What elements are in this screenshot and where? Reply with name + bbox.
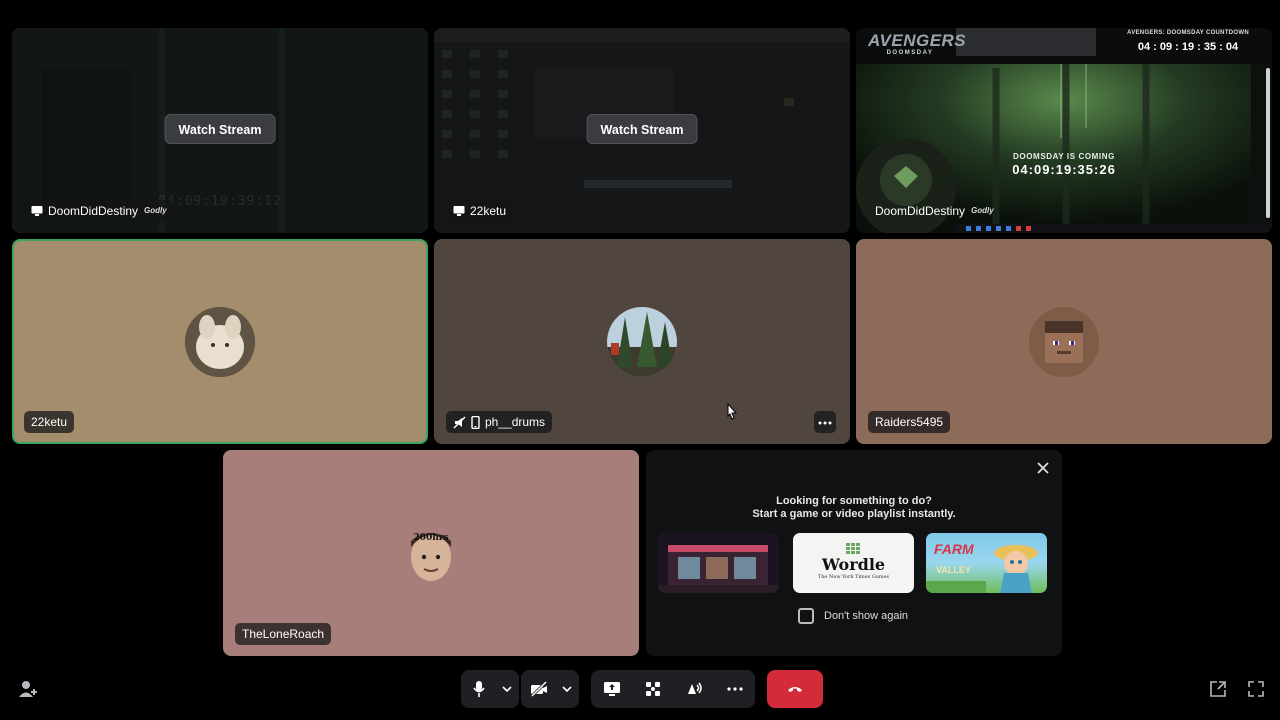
share-screen-icon bbox=[603, 682, 620, 696]
deafened-icon bbox=[453, 415, 466, 429]
camera-button[interactable] bbox=[521, 670, 557, 708]
avatar bbox=[185, 306, 255, 377]
dont-show-again-label: Don't show again bbox=[824, 610, 909, 622]
more-options-button[interactable] bbox=[814, 411, 836, 433]
participant-name: 22ketu bbox=[470, 204, 507, 218]
participant-name: 22ketu bbox=[31, 415, 68, 429]
participant-name: DoomDidDestiny bbox=[48, 204, 139, 218]
game-card-store[interactable] bbox=[658, 533, 779, 593]
wordle-subtitle: The New York Times Games bbox=[817, 574, 890, 580]
store-game-thumbnail bbox=[658, 533, 779, 593]
avatar bbox=[607, 306, 677, 377]
stream-tile-doomdiddestiny-live[interactable]: AVENGERS DOOMSDAY AVENGERS: DOOMSDAY COU… bbox=[856, 28, 1272, 233]
participant-name: Raiders5495 bbox=[875, 415, 944, 429]
actions-control-group bbox=[591, 670, 755, 708]
game-card-farm-merge-valley[interactable]: FARM VALLEY bbox=[926, 533, 1047, 593]
screen-share-icon bbox=[453, 206, 465, 216]
disconnect-button[interactable] bbox=[767, 670, 823, 708]
chevron-down-icon bbox=[502, 686, 512, 692]
microphone-button[interactable] bbox=[461, 670, 497, 708]
stream-nameplate: DoomDidDestiny Godly bbox=[868, 200, 1001, 222]
watch-stream-button[interactable]: Watch Stream bbox=[164, 114, 276, 144]
bunny-avatar-image bbox=[185, 306, 255, 377]
mic-options-button[interactable] bbox=[497, 670, 517, 708]
avengers-logo: AVENGERS DOOMSDAY bbox=[868, 31, 967, 56]
participant-tile-theloneroach[interactable]: 200hrs TheLoneRoach bbox=[223, 450, 639, 656]
pop-out-icon bbox=[1210, 681, 1226, 697]
add-person-icon bbox=[19, 681, 37, 697]
watch-stream-button[interactable]: Watch Stream bbox=[586, 114, 698, 144]
avatar-caption: 200hrs bbox=[413, 533, 449, 543]
participant-nameplate: ph__drums bbox=[446, 411, 553, 433]
participant-name: TheLoneRoach bbox=[242, 627, 325, 641]
mobile-device-icon bbox=[471, 415, 480, 429]
invite-people-button[interactable] bbox=[18, 680, 40, 700]
participant-tile-raiders5495[interactable]: Raiders5495 bbox=[856, 239, 1272, 444]
camera-options-button[interactable] bbox=[557, 670, 577, 708]
camera-control-group bbox=[521, 670, 579, 708]
participant-nameplate: Raiders5495 bbox=[868, 411, 951, 433]
chevron-down-icon bbox=[562, 686, 572, 692]
participant-tile-ph-drums[interactable]: ph__drums bbox=[434, 239, 850, 444]
hang-up-icon bbox=[788, 687, 802, 692]
stream-center-heading: DOOMSDAY IS COMING bbox=[1013, 152, 1115, 161]
participant-nameplate: TheLoneRoach bbox=[235, 623, 332, 645]
dont-show-again-checkbox[interactable] bbox=[798, 608, 814, 624]
game-card-wordle[interactable]: Wordle The New York Times Games bbox=[793, 533, 914, 593]
screen-share-icon bbox=[31, 206, 43, 216]
ellipsis-icon bbox=[726, 687, 743, 691]
participant-tile-22ketu[interactable]: 22ketu bbox=[12, 239, 428, 444]
forest-avatar-image bbox=[607, 306, 677, 377]
fullscreen-button[interactable] bbox=[1247, 680, 1267, 700]
countdown-overlay: AVENGERS: DOOMSDAY COUNTDOWN 04 : 09 : 1… bbox=[1104, 28, 1272, 60]
stream-nameplate: 22ketu bbox=[446, 200, 514, 222]
user-badge: Godly bbox=[971, 206, 994, 215]
activity-suggestion-panel: Looking for something to do? Start a gam… bbox=[646, 450, 1062, 656]
ellipsis-icon bbox=[818, 421, 832, 425]
avatar: 200hrs bbox=[399, 521, 463, 585]
avatar bbox=[1029, 306, 1099, 377]
head-avatar-image bbox=[411, 533, 451, 581]
wordle-grid-icon bbox=[846, 543, 860, 554]
activity-rocket-icon bbox=[645, 682, 660, 696]
share-screen-button[interactable] bbox=[591, 670, 632, 708]
soundboard-icon bbox=[687, 682, 702, 694]
activity-message: Looking for something to do? Start a gam… bbox=[752, 495, 956, 520]
mouse-cursor-icon bbox=[727, 403, 738, 420]
close-icon bbox=[1037, 462, 1049, 474]
fullscreen-icon bbox=[1248, 681, 1264, 697]
participant-name: ph__drums bbox=[485, 415, 546, 429]
dont-show-again-row[interactable]: Don't show again bbox=[798, 608, 908, 624]
mic-control-group bbox=[461, 670, 519, 708]
farm-subtitle: VALLEY bbox=[936, 565, 971, 575]
more-actions-button[interactable] bbox=[714, 670, 755, 708]
participant-name: DoomDidDestiny bbox=[875, 204, 966, 218]
microphone-icon bbox=[473, 681, 485, 697]
farm-title: FARM bbox=[934, 541, 974, 557]
soundboard-button[interactable] bbox=[673, 670, 714, 708]
stream-tile-doomdiddestiny[interactable]: 04:09:19:39:12 Watch Stream DoomDidDesti… bbox=[12, 28, 428, 233]
wordle-title: Wordle bbox=[821, 555, 886, 574]
pixel-character-avatar bbox=[1029, 306, 1099, 377]
stream-center-timer: 04:09:19:35:26 bbox=[1012, 162, 1116, 177]
camera-off-icon bbox=[530, 681, 548, 697]
close-button[interactable] bbox=[1036, 458, 1050, 480]
pop-out-button[interactable] bbox=[1209, 680, 1229, 700]
stream-nameplate: DoomDidDestiny Godly bbox=[24, 200, 174, 222]
participant-nameplate: 22ketu bbox=[24, 411, 75, 433]
activities-button[interactable] bbox=[632, 670, 673, 708]
stream-tile-22ketu[interactable]: Watch Stream 22ketu bbox=[434, 28, 850, 233]
user-badge: Godly bbox=[144, 206, 167, 215]
